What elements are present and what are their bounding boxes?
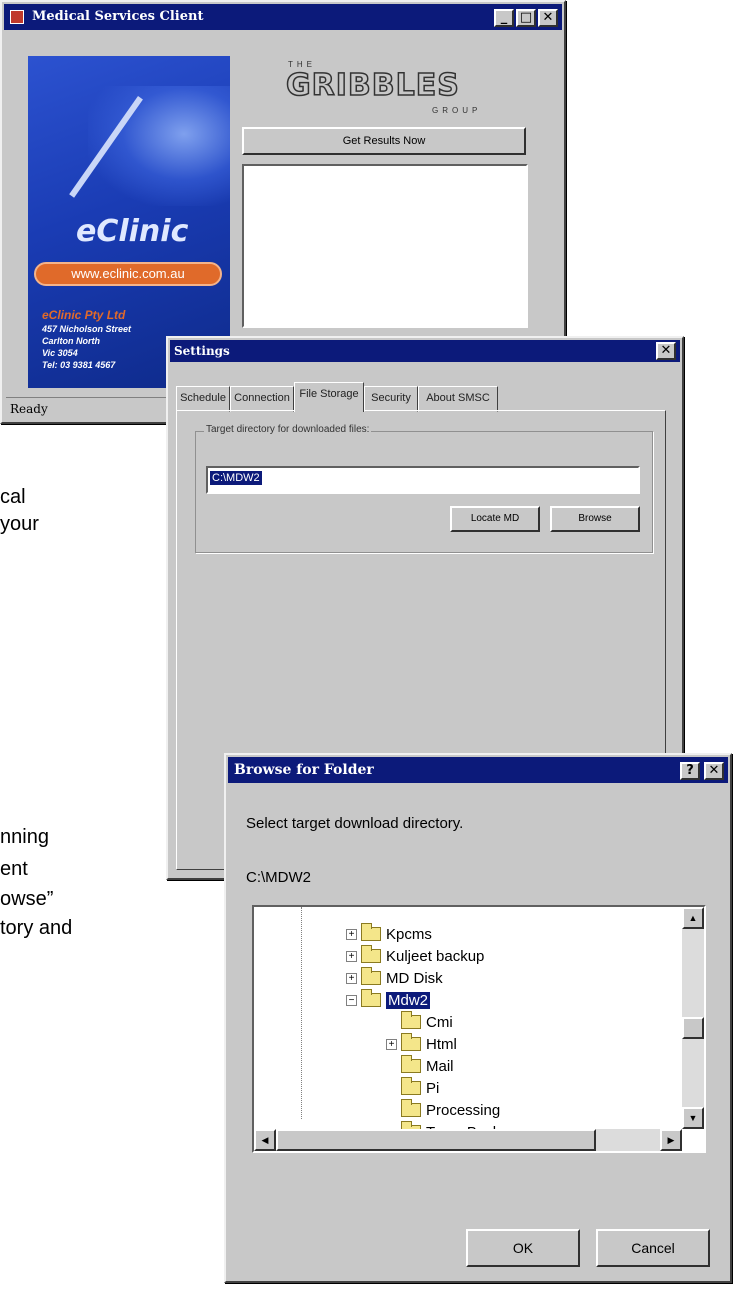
browse-button[interactable]: Browse <box>550 506 640 532</box>
tab-file-storage[interactable]: File Storage <box>294 382 364 412</box>
browse-titlebar[interactable]: Browse for Folder ? ✕ <box>228 757 728 783</box>
settings-title: Settings <box>174 344 230 358</box>
status-text: Ready <box>10 402 48 416</box>
tree-item[interactable]: Processing <box>386 1099 500 1121</box>
msc-titlebar[interactable]: Medical Services Client _ □ ✕ <box>4 4 562 30</box>
expand-icon[interactable]: + <box>386 1038 397 1050</box>
logo-group: GROUP <box>432 106 482 115</box>
scroll-left-arrow[interactable]: ◀ <box>254 1129 276 1151</box>
tab-security[interactable]: Security <box>364 386 418 412</box>
tree-vertical-scrollbar[interactable]: ▲ ▼ <box>682 907 704 1129</box>
eclinic-address-1: 457 Nicholson Street <box>42 324 132 334</box>
msc-title: Medical Services Client <box>32 9 204 24</box>
eclinic-address-2: Carlton North <box>42 336 100 346</box>
maximize-icon[interactable]: □ <box>516 9 536 27</box>
expand-icon[interactable]: + <box>346 928 357 940</box>
body-text-line-5: owse” <box>0 888 54 910</box>
tree-guide-line <box>301 907 303 1119</box>
locate-md-button[interactable]: Locate MD <box>450 506 540 532</box>
tree-item-label: Kpcms <box>386 925 432 943</box>
folder-icon <box>401 1099 421 1117</box>
app-icon <box>10 10 24 24</box>
target-directory-group: Target directory for downloaded files: C… <box>195 424 653 553</box>
eclinic-address-4: Tel: 03 9381 4567 <box>42 360 116 370</box>
gribbles-logo: THE GRIBBLES GROUP <box>246 54 536 124</box>
get-results-button[interactable]: Get Results Now <box>242 127 526 155</box>
eclinic-logo: eClinic <box>76 214 189 249</box>
scroll-right-arrow[interactable]: ▶ <box>660 1129 682 1151</box>
tree-item-label: Mail <box>426 1057 454 1075</box>
ok-button[interactable]: OK <box>466 1229 580 1267</box>
body-text-line-3: nning <box>0 826 49 848</box>
target-directory-value: C:\MDW2 <box>210 471 262 485</box>
minimize-icon[interactable]: _ <box>494 9 514 27</box>
cancel-button[interactable]: Cancel <box>596 1229 710 1267</box>
folder-icon <box>361 923 381 941</box>
scroll-thumb[interactable] <box>682 1017 704 1039</box>
tree-item[interactable]: + Kpcms <box>346 923 432 945</box>
folder-icon <box>361 967 381 985</box>
folder-tree[interactable]: + Kpcms + Kuljeet backup + MD Disk − Mdw2 Cmi + Ht… <box>252 905 706 1153</box>
tree-item[interactable]: Cmi <box>386 1011 453 1033</box>
tree-item-label: Mdw2 <box>386 991 431 1009</box>
collapse-icon[interactable]: − <box>346 994 357 1006</box>
tree-item[interactable]: − Mdw2 <box>346 989 431 1011</box>
tree-horizontal-scrollbar[interactable]: ◀ ▶ <box>254 1129 682 1151</box>
results-panel <box>242 164 528 328</box>
expand-icon[interactable]: + <box>346 972 357 984</box>
logo-name: GRIBBLES <box>285 67 460 104</box>
tab-schedule[interactable]: Schedule <box>176 386 230 412</box>
tree-item-label: MD Disk <box>386 969 443 987</box>
tree-item[interactable]: + Html <box>386 1033 457 1055</box>
scroll-up-arrow[interactable]: ▲ <box>682 907 704 929</box>
browse-instruction: Select target download directory. <box>246 815 464 832</box>
eclinic-address-3: Vic 3054 <box>42 348 78 358</box>
close-icon[interactable]: ✕ <box>704 762 724 780</box>
tree-item-label: Html <box>426 1035 457 1053</box>
tree-item[interactable]: Mail <box>386 1055 454 1077</box>
body-text-line-4: ent <box>0 858 28 880</box>
expand-icon[interactable]: + <box>346 950 357 962</box>
tab-connection[interactable]: Connection <box>230 386 294 412</box>
body-text-line-6: tory and <box>0 917 73 939</box>
tree-item[interactable]: + MD Disk <box>346 967 443 989</box>
browse-folder-window: Browse for Folder ? ✕ Select target down… <box>224 753 732 1283</box>
target-directory-field[interactable]: C:\MDW2 <box>206 466 640 494</box>
eclinic-url[interactable]: www.eclinic.com.au <box>34 262 222 286</box>
folder-icon <box>401 1077 421 1095</box>
help-icon[interactable]: ? <box>680 762 700 780</box>
tree-item-label: Processing <box>426 1101 501 1119</box>
body-text-line-2: your <box>0 513 39 535</box>
folder-icon <box>361 945 381 963</box>
close-icon[interactable]: ✕ <box>656 342 676 360</box>
open-folder-icon <box>361 989 381 1007</box>
body-text-line-1: cal <box>0 486 26 508</box>
browse-title: Browse for Folder <box>234 762 374 778</box>
folder-icon <box>401 1055 421 1073</box>
tree-item[interactable]: + Kuljeet backup <box>346 945 484 967</box>
target-directory-label: Target directory for downloaded files: <box>204 424 372 435</box>
folder-icon <box>401 1011 421 1029</box>
browse-current-path: C:\MDW2 <box>246 869 311 886</box>
scroll-down-arrow[interactable]: ▼ <box>682 1107 704 1129</box>
folder-icon <box>401 1033 421 1051</box>
tree-item[interactable]: Pi <box>386 1077 439 1099</box>
scroll-h-thumb[interactable] <box>276 1129 596 1151</box>
tree-item-label: Pi <box>426 1079 440 1097</box>
eclinic-company: eClinic Pty Ltd <box>42 308 126 322</box>
close-icon[interactable]: ✕ <box>538 9 558 27</box>
tab-about-smsc[interactable]: About SMSC <box>418 386 498 412</box>
tree-item-label: Kuljeet backup <box>386 947 485 965</box>
tree-item-label: Cmi <box>426 1013 453 1031</box>
settings-titlebar[interactable]: Settings ✕ <box>170 340 680 362</box>
